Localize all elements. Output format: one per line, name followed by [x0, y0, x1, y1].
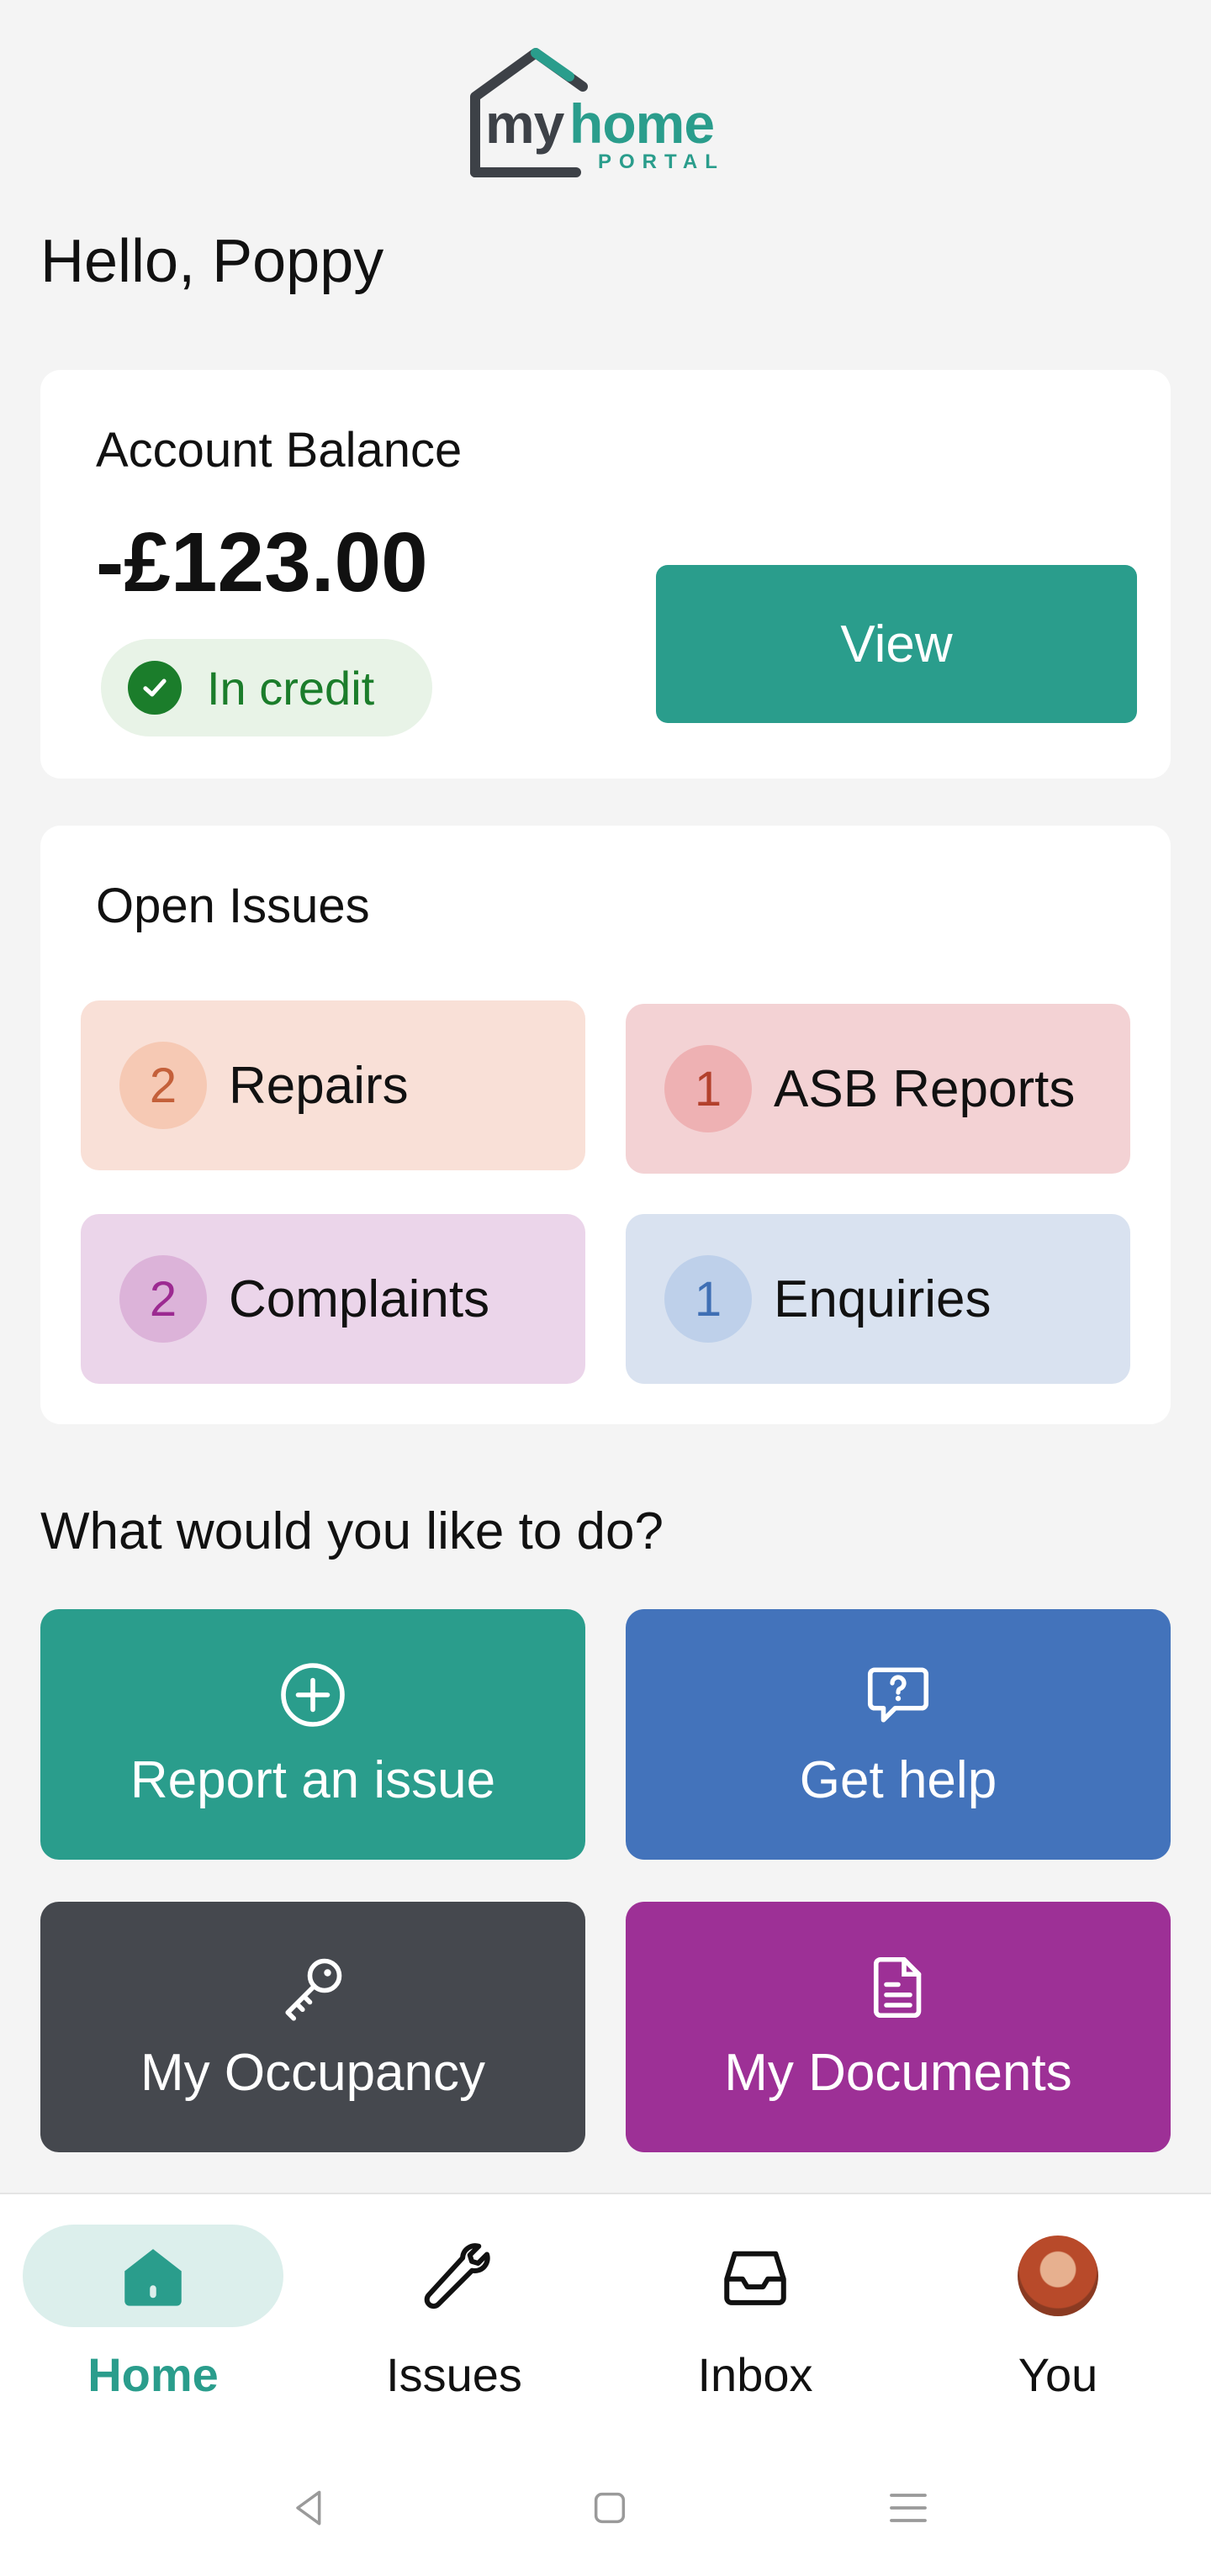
- back-icon[interactable]: [280, 2478, 339, 2537]
- greeting: Hello, Poppy: [40, 228, 384, 295]
- nav-item-issues[interactable]: Issues: [320, 2225, 589, 2418]
- nav-item-you[interactable]: You: [923, 2225, 1192, 2418]
- nav-label: You: [1018, 2348, 1098, 2401]
- check-circle-icon: [128, 661, 182, 715]
- report-issue-button[interactable]: Report an issue: [40, 1609, 585, 1860]
- system-navigation-bar: [0, 2441, 1211, 2568]
- issue-tile-repairs[interactable]: 2 Repairs: [81, 1000, 585, 1170]
- issue-count-badge: 1: [664, 1255, 752, 1343]
- logo-text-my: my: [485, 92, 564, 155]
- issue-tile-asb-reports[interactable]: 1 ASB Reports: [626, 1004, 1130, 1174]
- account-balance-card: Account Balance -£123.00 In credit View: [40, 370, 1171, 779]
- issue-tile-label: Enquiries: [774, 1270, 992, 1328]
- issue-tile-label: Complaints: [229, 1270, 490, 1328]
- issue-count-badge: 1: [664, 1045, 752, 1132]
- nav-item-home[interactable]: Home: [19, 2225, 288, 2418]
- home-icon: [124, 2249, 182, 2306]
- action-label: Report an issue: [130, 1750, 496, 1809]
- wrench-icon: [424, 2243, 490, 2309]
- logo-text-home: home: [569, 92, 715, 155]
- balance-title: Account Balance: [96, 423, 463, 478]
- action-label: My Occupancy: [140, 2043, 486, 2102]
- my-occupancy-button[interactable]: My Occupancy: [40, 1902, 585, 2152]
- get-help-button[interactable]: Get help: [626, 1609, 1171, 1860]
- my-documents-button[interactable]: My Documents: [626, 1902, 1171, 2152]
- myhome-portal-logo: my home PORTAL: [467, 46, 744, 181]
- issue-tile-complaints[interactable]: 2 Complaints: [81, 1214, 585, 1384]
- document-icon: [873, 1956, 922, 2018]
- logo-text-portal: PORTAL: [598, 150, 725, 173]
- issue-tile-enquiries[interactable]: 1 Enquiries: [626, 1214, 1130, 1384]
- open-issues-title: Open Issues: [96, 879, 370, 933]
- status-badge: In credit: [101, 639, 432, 736]
- issue-tile-label: Repairs: [229, 1056, 409, 1115]
- nav-label: Home: [87, 2348, 219, 2401]
- open-issues-card: Open Issues 2 Repairs 1 ASB Reports 2 Co…: [40, 826, 1171, 1424]
- view-balance-button[interactable]: View: [656, 565, 1137, 723]
- key-icon: [285, 1958, 342, 2021]
- menu-icon[interactable]: [879, 2478, 938, 2537]
- nav-item-inbox[interactable]: Inbox: [621, 2225, 890, 2418]
- actions-heading: What would you like to do?: [40, 1502, 664, 1560]
- avatar: [1018, 2236, 1098, 2316]
- issue-tile-label: ASB Reports: [774, 1059, 1076, 1118]
- balance-amount: -£123.00: [96, 515, 428, 610]
- inbox-icon: [724, 2251, 786, 2305]
- plus-circle-icon: [281, 1662, 345, 1727]
- action-label: My Documents: [724, 2043, 1072, 2102]
- action-label: Get help: [799, 1750, 997, 1809]
- nav-active-indicator: [23, 2225, 283, 2327]
- issue-count-badge: 2: [119, 1255, 207, 1343]
- home-square-icon[interactable]: [580, 2478, 639, 2537]
- nav-label: Issues: [386, 2348, 522, 2401]
- status-badge-label: In credit: [207, 661, 375, 715]
- nav-label: Inbox: [697, 2348, 813, 2401]
- question-bubble-icon: [867, 1666, 929, 1723]
- issue-count-badge: 2: [119, 1042, 207, 1129]
